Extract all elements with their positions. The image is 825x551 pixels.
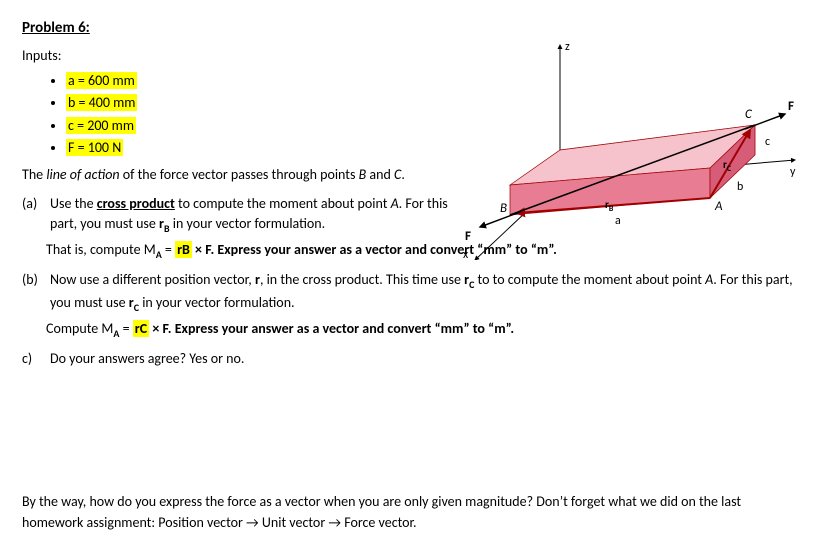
input-F: F = 100 N xyxy=(66,139,123,156)
part-c: c) Do your answers agree? Yes or no. xyxy=(22,349,803,369)
label-F-top: F xyxy=(788,99,794,114)
label-F-bottom: F xyxy=(465,229,471,244)
part-a: (a) Use the cross product to compute the… xyxy=(22,194,462,237)
part-c-label: c) xyxy=(22,349,42,369)
eq-pre: Compute M xyxy=(46,320,113,337)
input-b: b = 400 mm xyxy=(66,94,137,111)
eq-mid: = xyxy=(119,320,132,337)
part-a-body: Use the cross product to compute the mom… xyxy=(50,194,462,237)
bottom-note: By the way, how do you express the force… xyxy=(22,492,803,533)
eq-pre: That is, compute M xyxy=(46,241,156,258)
x-label: x xyxy=(463,248,469,260)
problem-title: Problem 6: xyxy=(22,18,803,40)
input-a: a = 600 mm xyxy=(66,72,137,89)
eq-hl: rB xyxy=(175,241,192,258)
label-A: A xyxy=(714,199,723,214)
part-b-body: Now use a different position vector, r, … xyxy=(50,270,803,315)
problem-diagram: z y x B A C a b c rB rC F F xyxy=(445,40,805,260)
part-b: (b) Now use a different position vector,… xyxy=(22,270,803,315)
part-c-body: Do your answers agree? Yes or no. xyxy=(50,349,803,369)
label-B: B xyxy=(500,201,507,216)
eq-hl: rC xyxy=(133,320,149,337)
part-b-equation: Compute MA = rC × F. Express your answer… xyxy=(46,319,803,341)
dim-c: c xyxy=(765,135,770,149)
input-c: c = 200 mm xyxy=(66,117,136,134)
dim-b: b xyxy=(737,180,743,194)
eq-post: × F. Express your answer as a vector and… xyxy=(149,320,514,337)
y-label: y xyxy=(790,165,796,179)
z-label: z xyxy=(565,40,570,54)
eq-mid: = xyxy=(162,241,175,258)
label-C: C xyxy=(745,107,753,122)
part-b-label: (b) xyxy=(22,270,42,315)
dim-a: a xyxy=(615,214,621,228)
part-a-label: (a) xyxy=(22,194,42,237)
line-of-action-text: The line of action of the force vector p… xyxy=(22,165,462,185)
